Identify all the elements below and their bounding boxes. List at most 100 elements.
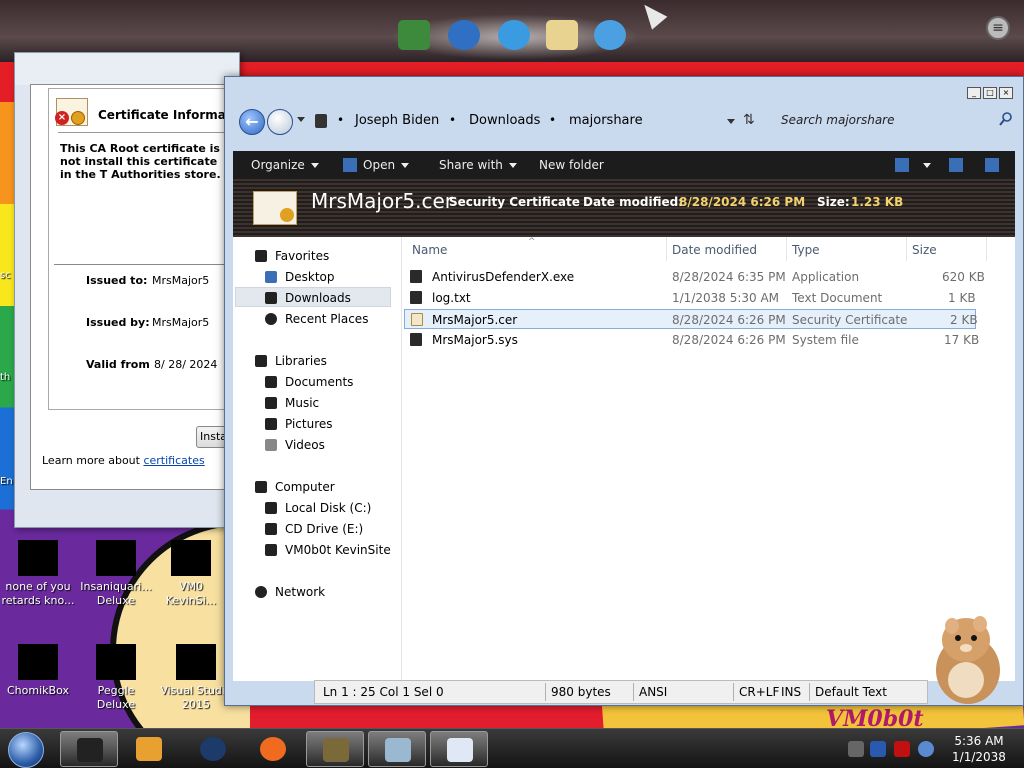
forward-button[interactable] (267, 109, 293, 135)
back-button[interactable]: ← (239, 109, 265, 135)
taskbar-chomikbox[interactable] (306, 731, 364, 767)
desktop-icon-peggle-deluxe[interactable]: Peggle Deluxe (78, 644, 154, 712)
firefox-icon (260, 737, 286, 761)
file-row-antivirusdefenderx[interactable]: AntivirusDefenderX.exe 8/28/2024 6:35 PM… (404, 267, 985, 287)
nav-downloads[interactable]: Downloads (265, 291, 351, 305)
column-header-type[interactable]: Type (792, 243, 820, 257)
taskbar-network-app[interactable] (184, 731, 242, 767)
dialog-title-bar[interactable] (15, 53, 239, 85)
nav-computer[interactable]: Computer (255, 480, 335, 494)
nav-desktop[interactable]: Desktop (265, 270, 335, 284)
nav-libraries[interactable]: Libraries (255, 354, 327, 368)
certificate-icon (385, 738, 411, 762)
search-input[interactable]: Search majorshare (781, 113, 894, 127)
desktop-icon-none-of-you[interactable]: none of you retards kno... (0, 540, 76, 608)
breadcrumb-separator-icon: • (337, 113, 345, 127)
media-player-icon (136, 737, 162, 761)
column-header-date-modified[interactable]: Date modified (672, 243, 757, 257)
navigation-pane: Favorites Desktop Downloads Recent Place… (233, 237, 401, 681)
nav-documents[interactable]: Documents (265, 375, 353, 389)
share-with-button[interactable]: Share with (439, 158, 517, 172)
change-view-icon[interactable] (895, 158, 909, 172)
wallpaper-watermark: VM0b0t (826, 706, 924, 728)
breadcrumb-downloads[interactable]: Downloads (469, 113, 540, 128)
column-header-size[interactable]: Size (912, 243, 937, 257)
nav-pictures[interactable]: Pictures (265, 417, 333, 431)
menu-icon[interactable]: ≡ (986, 16, 1010, 40)
taskbar-firefox[interactable] (244, 731, 302, 767)
desktop-icon-vm0-kevinsite[interactable]: VM0 KevinSi... (156, 540, 226, 608)
network-icon[interactable] (894, 741, 910, 757)
file-row-mrsmajor5-sys[interactable]: MrsMajor5.sys 8/28/2024 6:26 PM System f… (404, 330, 979, 350)
close-button[interactable]: × (999, 87, 1013, 99)
desktop-icon-label: VM0 KevinSi... (165, 580, 217, 607)
nav-videos[interactable]: Videos (265, 438, 325, 452)
taskbar-explorer[interactable] (60, 731, 118, 767)
recent-pages-dropdown-icon[interactable] (297, 117, 305, 122)
file-date: 8/28/2024 6:26 PM (672, 333, 786, 347)
column-divider[interactable] (666, 237, 667, 261)
chevron-down-icon (401, 163, 410, 168)
spreadsheet-icon[interactable] (398, 20, 430, 50)
view-dropdown[interactable] (917, 158, 931, 172)
show-hidden-icons-icon[interactable] (848, 741, 864, 757)
nav-vm0b0t-kevinsite[interactable]: VM0b0t KevinSite (265, 543, 391, 557)
nav-music[interactable]: Music (265, 396, 319, 410)
nav-recent-places[interactable]: Recent Places (265, 312, 368, 326)
organize-button[interactable]: Organize (251, 158, 319, 172)
search-icon[interactable] (999, 112, 1013, 126)
column-divider[interactable] (786, 237, 787, 261)
file-row-log-txt[interactable]: log.txt 1/1/2038 5:30 AM Text Document 1… (404, 288, 976, 308)
nav-network[interactable]: Network (255, 585, 325, 599)
app-icon (171, 540, 211, 576)
details-modified-value: 8/28/2024 6:26 PM (679, 195, 806, 209)
taskbar-media-player[interactable] (120, 731, 178, 767)
taskbar-certificate[interactable] (368, 731, 426, 767)
breadcrumb-joseph-biden[interactable]: Joseph Biden (355, 113, 439, 128)
internet-explorer-icon[interactable] (498, 20, 530, 50)
minimize-button[interactable]: _ (967, 87, 981, 99)
mail-icon[interactable] (546, 20, 578, 50)
navigation-bar: ← • Joseph Biden • Downloads • majorshar… (233, 107, 1017, 139)
file-type: Text Document (792, 291, 883, 305)
refresh-icon[interactable]: ⇅ (743, 112, 755, 128)
preview-pane-icon[interactable] (949, 158, 963, 172)
nav-local-disk[interactable]: Local Disk (C:) (265, 501, 371, 515)
clock-time: 5:36 AM (954, 734, 1004, 748)
users-icon[interactable] (594, 20, 626, 50)
breadcrumb-majorshare[interactable]: majorshare (569, 113, 643, 128)
security-shield-icon[interactable] (870, 741, 886, 757)
help-icon[interactable] (985, 158, 999, 172)
learn-more-text: Learn more about certificates (42, 454, 205, 467)
certificates-link[interactable]: certificates (143, 454, 204, 467)
file-row-mrsmajor5-cer[interactable]: MrsMajor5.cer 8/28/2024 6:26 PM Security… (404, 309, 978, 329)
file-name: log.txt (432, 291, 471, 305)
address-dropdown-icon[interactable] (727, 119, 735, 124)
column-divider[interactable] (986, 237, 987, 261)
file-name: AntivirusDefenderX.exe (432, 270, 575, 284)
desktop-icon-chomikbox[interactable]: ChomikBox (0, 644, 76, 698)
new-folder-button[interactable]: New folder (539, 158, 604, 172)
globe-download-icon[interactable] (448, 20, 480, 50)
file-size: 620 KB (942, 270, 985, 284)
nav-label: Videos (285, 438, 325, 452)
nav-cd-drive[interactable]: CD Drive (E:) (265, 522, 363, 536)
start-button[interactable] (8, 732, 44, 768)
desktop-icon-label: none of you retards kno... (1, 580, 75, 607)
nav-favorites[interactable]: Favorites (255, 249, 329, 263)
divider (54, 264, 226, 265)
downloads-icon (265, 292, 277, 304)
app-icon (96, 540, 136, 576)
taskbar-notepad[interactable] (430, 731, 488, 767)
column-divider[interactable] (906, 237, 907, 261)
details-size-value: 1.23 KB (851, 195, 904, 209)
desktop-icon-insaniquarium[interactable]: Insaniquari... Deluxe (78, 540, 154, 608)
address-bar[interactable]: • Joseph Biden • Downloads • majorshare (311, 109, 757, 135)
search-box[interactable]: Search majorshare (781, 109, 1017, 135)
volume-icon[interactable] (918, 741, 934, 757)
taskbar: 5:36 AM 1/1/2038 (0, 728, 1024, 768)
system-clock[interactable]: 5:36 AM 1/1/2038 (944, 733, 1014, 765)
open-button[interactable]: Open (363, 158, 410, 172)
column-header-name[interactable]: Name (412, 243, 447, 257)
maximize-button[interactable]: □ (983, 87, 997, 99)
